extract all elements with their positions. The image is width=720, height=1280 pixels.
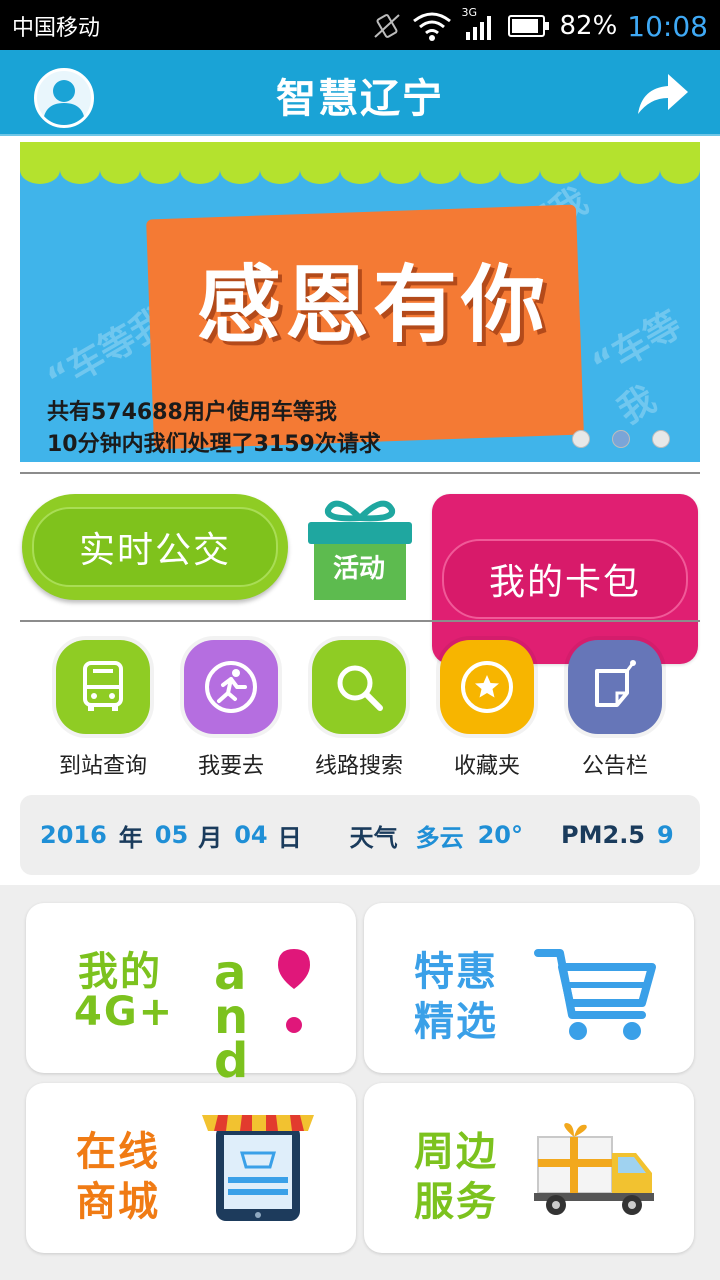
banner-page-indicator[interactable] — [572, 430, 670, 448]
date-month: 05 — [154, 821, 189, 849]
online-mall-card[interactable]: 在线 商城 — [26, 1083, 356, 1253]
share-icon[interactable] — [634, 70, 690, 116]
banner-caption-2: 10分钟内我们处理了3159次请求 — [47, 432, 381, 457]
date-year: 2016 — [40, 821, 107, 849]
page-dot[interactable] — [652, 430, 670, 448]
runner-icon — [205, 661, 257, 713]
clock: 10:08 — [627, 9, 708, 43]
pm25-value: 9 — [657, 821, 674, 849]
page-dot-active[interactable] — [612, 430, 630, 448]
my-wallet-button[interactable]: 我的卡包 — [432, 494, 698, 664]
signal-icon: 3G — [462, 6, 498, 42]
card-title-line2: 4G+ — [74, 989, 175, 1035]
tile-icon-bg — [184, 640, 278, 734]
activity-label: 活动 — [332, 554, 385, 584]
date-year-unit: 年 — [118, 823, 143, 852]
notice-board-tile[interactable]: 公告栏 — [560, 640, 670, 780]
realtime-bus-button[interactable]: 实时公交 — [22, 494, 288, 600]
divider — [20, 472, 700, 474]
nearby-services-card[interactable]: 周边 服务 — [364, 1083, 694, 1253]
battery-icon — [507, 15, 549, 37]
gift-icon — [308, 500, 412, 600]
delivery-truck-icon — [534, 1123, 654, 1215]
bus-icon — [83, 661, 123, 711]
activity-button[interactable]: 活动 — [306, 492, 414, 602]
arrival-query-tile[interactable]: 到站查询 — [48, 640, 158, 780]
weather-temperature: 20° — [477, 821, 524, 849]
favorites-tile[interactable]: 收藏夹 — [432, 640, 542, 780]
tile-label: 公告栏 — [581, 754, 648, 779]
feature-grid: 到站查询 我要去 线路搜索 收藏夹 公告栏 — [20, 640, 700, 780]
and-logo: and — [214, 941, 314, 1085]
special-offers-card[interactable]: 特惠 精选 — [364, 903, 694, 1073]
page-title: 智慧辽宁 — [276, 76, 444, 122]
card-title-line2: 服务 — [414, 1179, 498, 1225]
tile-label: 我要去 — [197, 754, 264, 779]
tile-icon-bg — [56, 640, 150, 734]
battery-percent: 82% — [559, 11, 618, 41]
shop-tablet-icon — [202, 1115, 314, 1221]
status-icons: 3G 82% 10:08 — [372, 6, 708, 46]
banner-headline: 感恩有你 — [196, 256, 549, 354]
pm25-label: PM2.5 — [561, 821, 646, 849]
promo-banner[interactable]: “车等我 “车等我 “车等我 感恩有你 共有574688用户使用车等我 10分钟… — [20, 142, 700, 462]
banner-scallop — [20, 156, 700, 184]
realtime-bus-label: 实时公交 — [32, 507, 278, 587]
date-weather-bar: 2016 年 05 月 04 日 天气 多云 20° PM2.5 9 — [20, 795, 700, 875]
card-title-line2: 商城 — [76, 1179, 160, 1225]
vibrate-icon — [373, 14, 400, 38]
weather-condition: 多云 — [415, 823, 464, 852]
tile-icon-bg — [568, 640, 662, 734]
tile-label: 到站查询 — [58, 754, 147, 779]
star-icon — [461, 661, 513, 713]
tile-label: 收藏夹 — [453, 754, 520, 779]
i-want-to-go-tile[interactable]: 我要去 — [176, 640, 286, 780]
carrier-name: 中国移动 — [12, 16, 101, 41]
my-wallet-label: 我的卡包 — [442, 539, 688, 619]
route-search-tile[interactable]: 线路搜索 — [304, 640, 414, 780]
status-bar: 中国移动 3G 82% 10:08 — [0, 0, 720, 50]
banner-caption-1: 共有574688用户使用车等我 — [47, 400, 337, 425]
notice-icon — [595, 660, 636, 707]
page-dot[interactable] — [572, 430, 590, 448]
date-day-unit: 日 — [277, 823, 302, 852]
divider — [20, 620, 700, 622]
date-day: 04 — [234, 821, 268, 849]
card-title-line2: 精选 — [414, 999, 498, 1045]
weather-label: 天气 — [349, 823, 398, 852]
app-header: 智慧辽宁 — [0, 50, 720, 136]
wifi-icon — [412, 12, 451, 41]
search-icon — [337, 665, 383, 711]
my-4g-card[interactable]: 我的 4G+ and — [26, 903, 356, 1085]
tile-icon-bg — [440, 640, 534, 734]
tile-icon-bg — [312, 640, 406, 734]
tile-label: 线路搜索 — [314, 754, 403, 779]
cart-icon — [534, 949, 656, 1040]
banner-watermark: “车等我 — [585, 303, 689, 433]
service-cards: 我的 4G+ and 特惠 精选 在线 商城 周边 服务 — [0, 885, 720, 1280]
date-month-unit: 月 — [198, 823, 223, 852]
